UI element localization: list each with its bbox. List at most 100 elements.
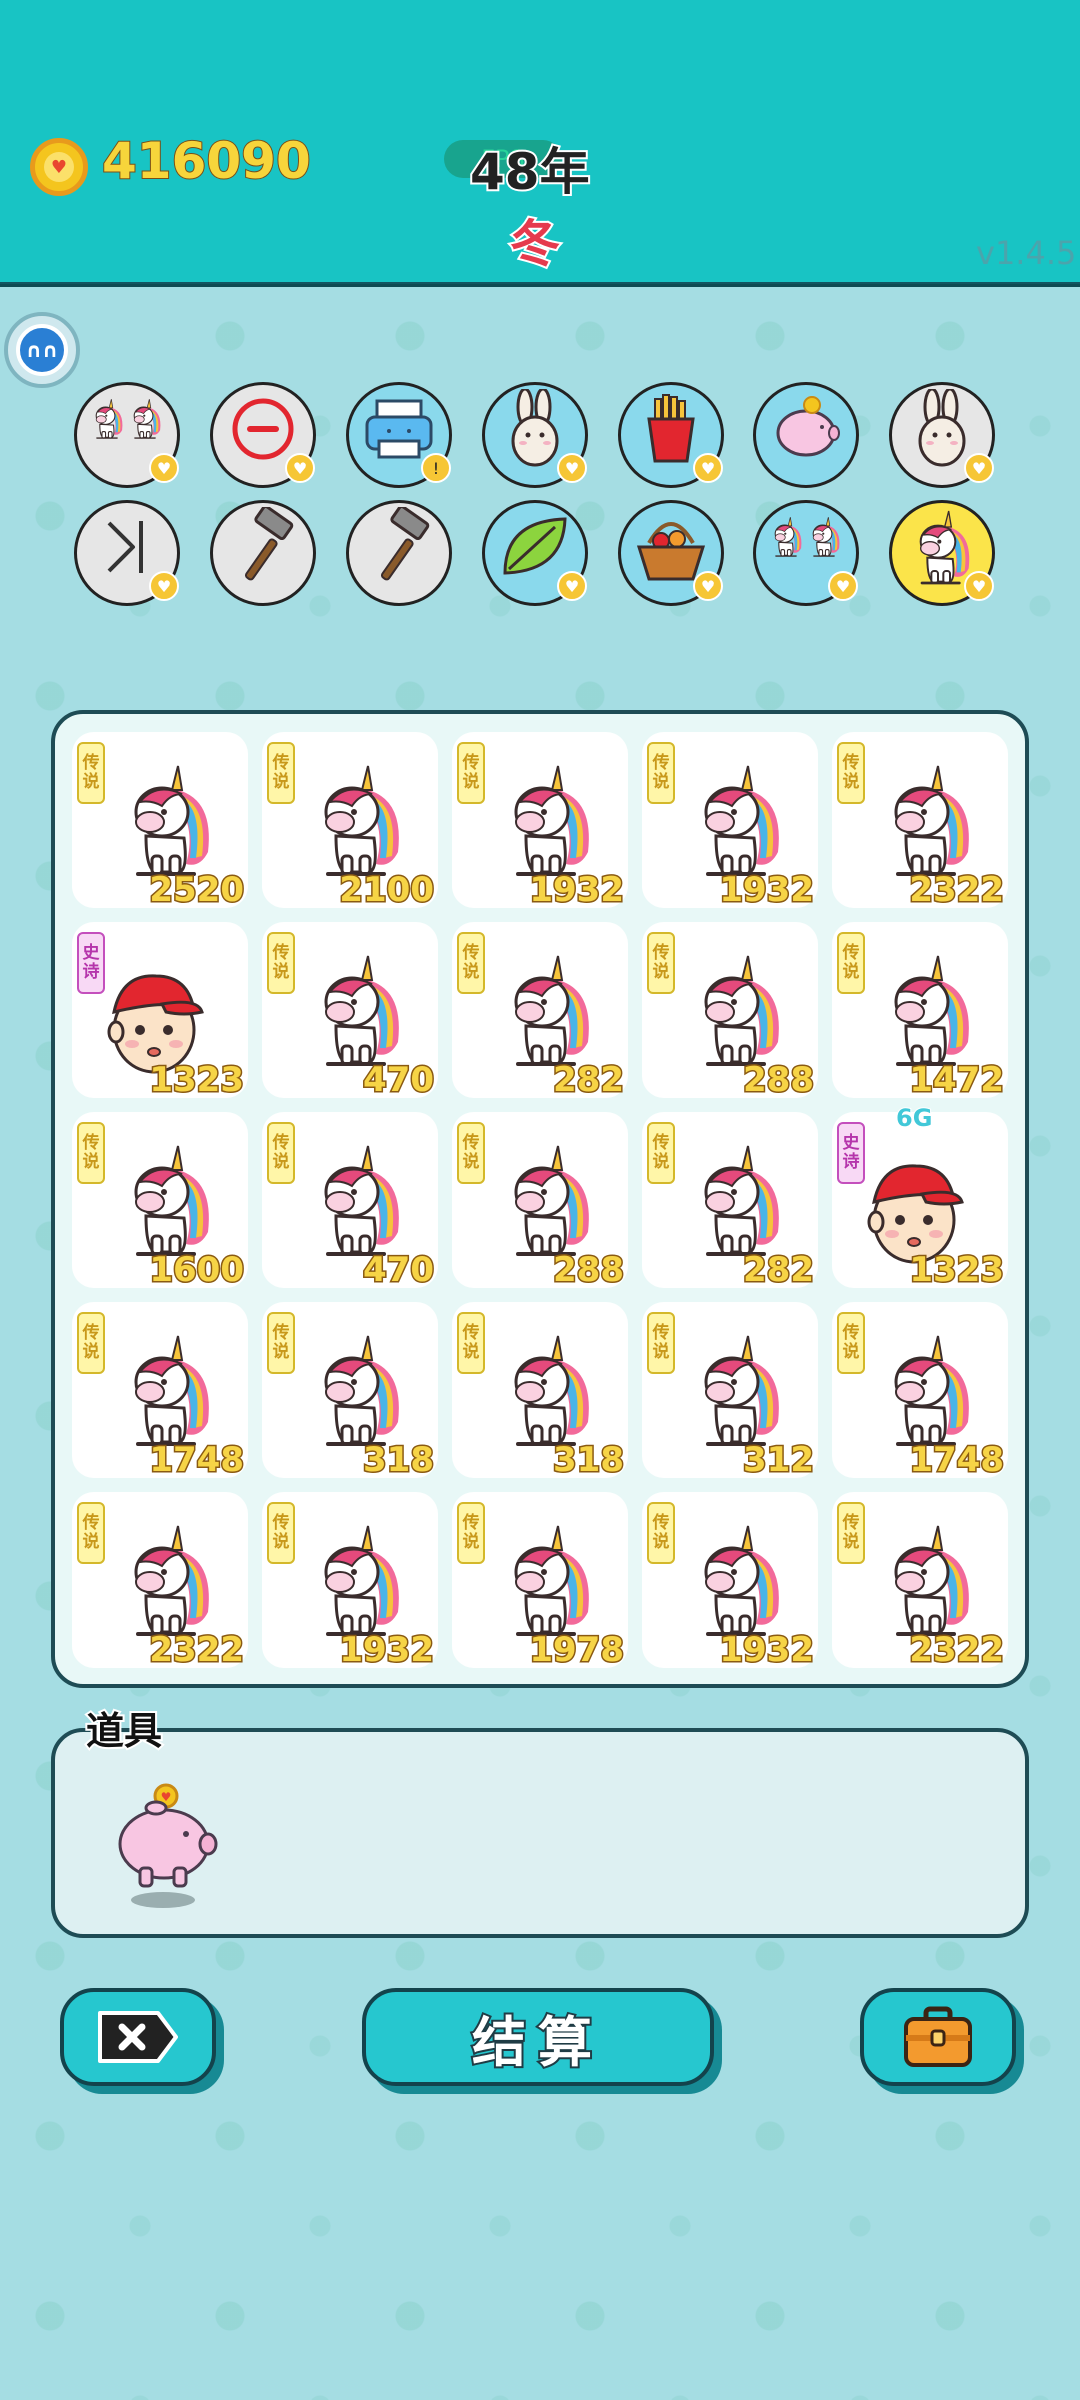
tag-char: 传 — [842, 753, 860, 773]
board-card[interactable]: 传说 1748 — [832, 1302, 1008, 1482]
board-card[interactable]: 传说 470 — [262, 922, 438, 1102]
unicorn-icon — [116, 1330, 220, 1450]
card-value: 470 — [362, 1059, 436, 1102]
legend-tag: 传说 — [267, 1122, 295, 1184]
heart-badge-icon: ♥ — [149, 453, 179, 483]
board-card[interactable]: 传说 288 — [642, 922, 818, 1102]
item-slot-1-3[interactable]: ! — [346, 382, 452, 488]
card-value: 2322 — [148, 1629, 246, 1672]
heart-badge-icon: ♥ — [828, 571, 858, 601]
delete-icon — [98, 2011, 178, 2063]
board-card[interactable]: 史诗 6G 1323 — [832, 1103, 1008, 1292]
unicorn-icon — [876, 760, 980, 880]
item-slot-2-4[interactable]: ♥ — [482, 500, 588, 606]
board-card[interactable]: 传说 2322 — [72, 1492, 248, 1672]
board-card[interactable]: 传说 282 — [452, 922, 628, 1102]
board-card[interactable]: 传说 2100 — [262, 732, 438, 912]
board-card[interactable]: 传说 1748 — [72, 1302, 248, 1482]
unicorn-icon — [306, 950, 410, 1070]
item-slot-1-5[interactable]: ♥ — [618, 382, 724, 488]
legend-tag: 传说 — [267, 742, 295, 804]
item-slot-2-7[interactable]: ♥ — [889, 500, 995, 606]
settle-button[interactable]: 结算 — [362, 1988, 714, 2086]
tag-char: 说 — [82, 1532, 100, 1552]
unicorn-icon — [306, 1330, 410, 1450]
item-slot-1-4[interactable]: ♥ — [482, 382, 588, 488]
board-card[interactable]: 传说 282 — [642, 1112, 818, 1292]
item-slot-1-1[interactable]: ♥ — [74, 382, 180, 488]
item-slot-1-6[interactable] — [753, 382, 859, 488]
heart-badge-icon: ♥ — [693, 571, 723, 601]
tag-char: 说 — [652, 1532, 670, 1552]
legend-tag: 传说 — [647, 1122, 675, 1184]
board-card[interactable]: 传说 2322 — [832, 1492, 1008, 1672]
item-slot-2-2[interactable] — [210, 500, 316, 606]
unicorn-icon — [686, 1520, 790, 1640]
tag-char: 说 — [652, 772, 670, 792]
tag-char: 传 — [82, 753, 100, 773]
unicorn-icon — [686, 760, 790, 880]
settle-button-label: 结算 — [470, 2009, 604, 2076]
board-card[interactable]: 传说 1600 — [72, 1112, 248, 1292]
item-slot-2-5[interactable]: ♥ — [618, 500, 724, 606]
board-card[interactable]: 传说 318 — [452, 1302, 628, 1482]
piggy-bank-with-coin-icon: ♥ — [118, 1783, 218, 1908]
tag-char: 说 — [842, 1532, 860, 1552]
item-slot-1-2[interactable]: ♥ — [210, 382, 316, 488]
card-value: 2520 — [148, 869, 246, 912]
tag-char: 说 — [272, 1152, 290, 1172]
legend-tag: 传说 — [77, 1312, 105, 1374]
item-slot-2-1[interactable]: ♥ — [74, 500, 180, 606]
tag-char: 传 — [462, 1323, 480, 1343]
heart-badge-icon: ♥ — [693, 453, 723, 483]
card-value: 2322 — [908, 869, 1006, 912]
item-slot-1-7[interactable]: ♥ — [889, 382, 995, 488]
piggy-bank-icon — [766, 389, 846, 481]
legend-tag: 传说 — [457, 742, 485, 804]
board-card[interactable]: 传说 1932 — [642, 1492, 818, 1672]
unicorn-icon — [496, 1520, 600, 1640]
board-card[interactable]: 史诗 1323 — [72, 922, 248, 1102]
legend-tag: 传说 — [457, 1122, 485, 1184]
legend-tag: 传说 — [77, 742, 105, 804]
legend-tag: 传说 — [267, 932, 295, 994]
unicorn-icon — [876, 1520, 980, 1640]
unicorn-icon — [306, 1140, 410, 1260]
tag-char: 诗 — [842, 1152, 860, 1172]
card-value: 282 — [552, 1059, 626, 1102]
board-card[interactable]: 传说 1932 — [452, 732, 628, 912]
card-value: 1323 — [908, 1249, 1006, 1292]
prop-item-piggy-bank[interactable]: ♥ — [108, 1782, 218, 1912]
board-card[interactable]: 传说 312 — [642, 1302, 818, 1482]
legend-tag: 传说 — [837, 742, 865, 804]
chat-button[interactable]: ∩∩ — [4, 312, 80, 388]
card-value: 2100 — [338, 869, 436, 912]
board-card[interactable]: 传说 1978 — [452, 1492, 628, 1672]
item-slot-2-3[interactable] — [346, 500, 452, 606]
tag-char: 说 — [272, 772, 290, 792]
legend-tag: 传说 — [837, 1502, 865, 1564]
tag-char: 说 — [82, 772, 100, 792]
board-card[interactable]: 传说 2520 — [72, 732, 248, 912]
briefcase-icon — [904, 2006, 972, 2067]
tag-char: 传 — [82, 1133, 100, 1153]
card-value: 282 — [742, 1249, 816, 1292]
epic-tag: 史诗 — [77, 932, 105, 994]
discard-button[interactable] — [60, 1988, 216, 2086]
card-value: 1932 — [528, 869, 626, 912]
board-card[interactable]: 传说 318 — [262, 1302, 438, 1482]
tag-char: 传 — [462, 753, 480, 773]
board-card[interactable]: 传说 288 — [452, 1112, 628, 1292]
board-card[interactable]: 传说 2322 — [832, 732, 1008, 912]
board-card[interactable]: 传说 1932 — [262, 1492, 438, 1672]
board-card[interactable]: 传说 470 — [262, 1112, 438, 1292]
board-card[interactable]: 传说 1932 — [642, 732, 818, 912]
inventory-button[interactable] — [860, 1988, 1016, 2086]
tag-char: 传 — [462, 1133, 480, 1153]
item-slot-2-6[interactable]: ♥ — [753, 500, 859, 606]
card-value: 470 — [362, 1249, 436, 1292]
card-value: 288 — [742, 1059, 816, 1102]
board-card[interactable]: 传说 1472 — [832, 922, 1008, 1102]
tag-char: 说 — [462, 772, 480, 792]
legend-tag: 传说 — [647, 742, 675, 804]
